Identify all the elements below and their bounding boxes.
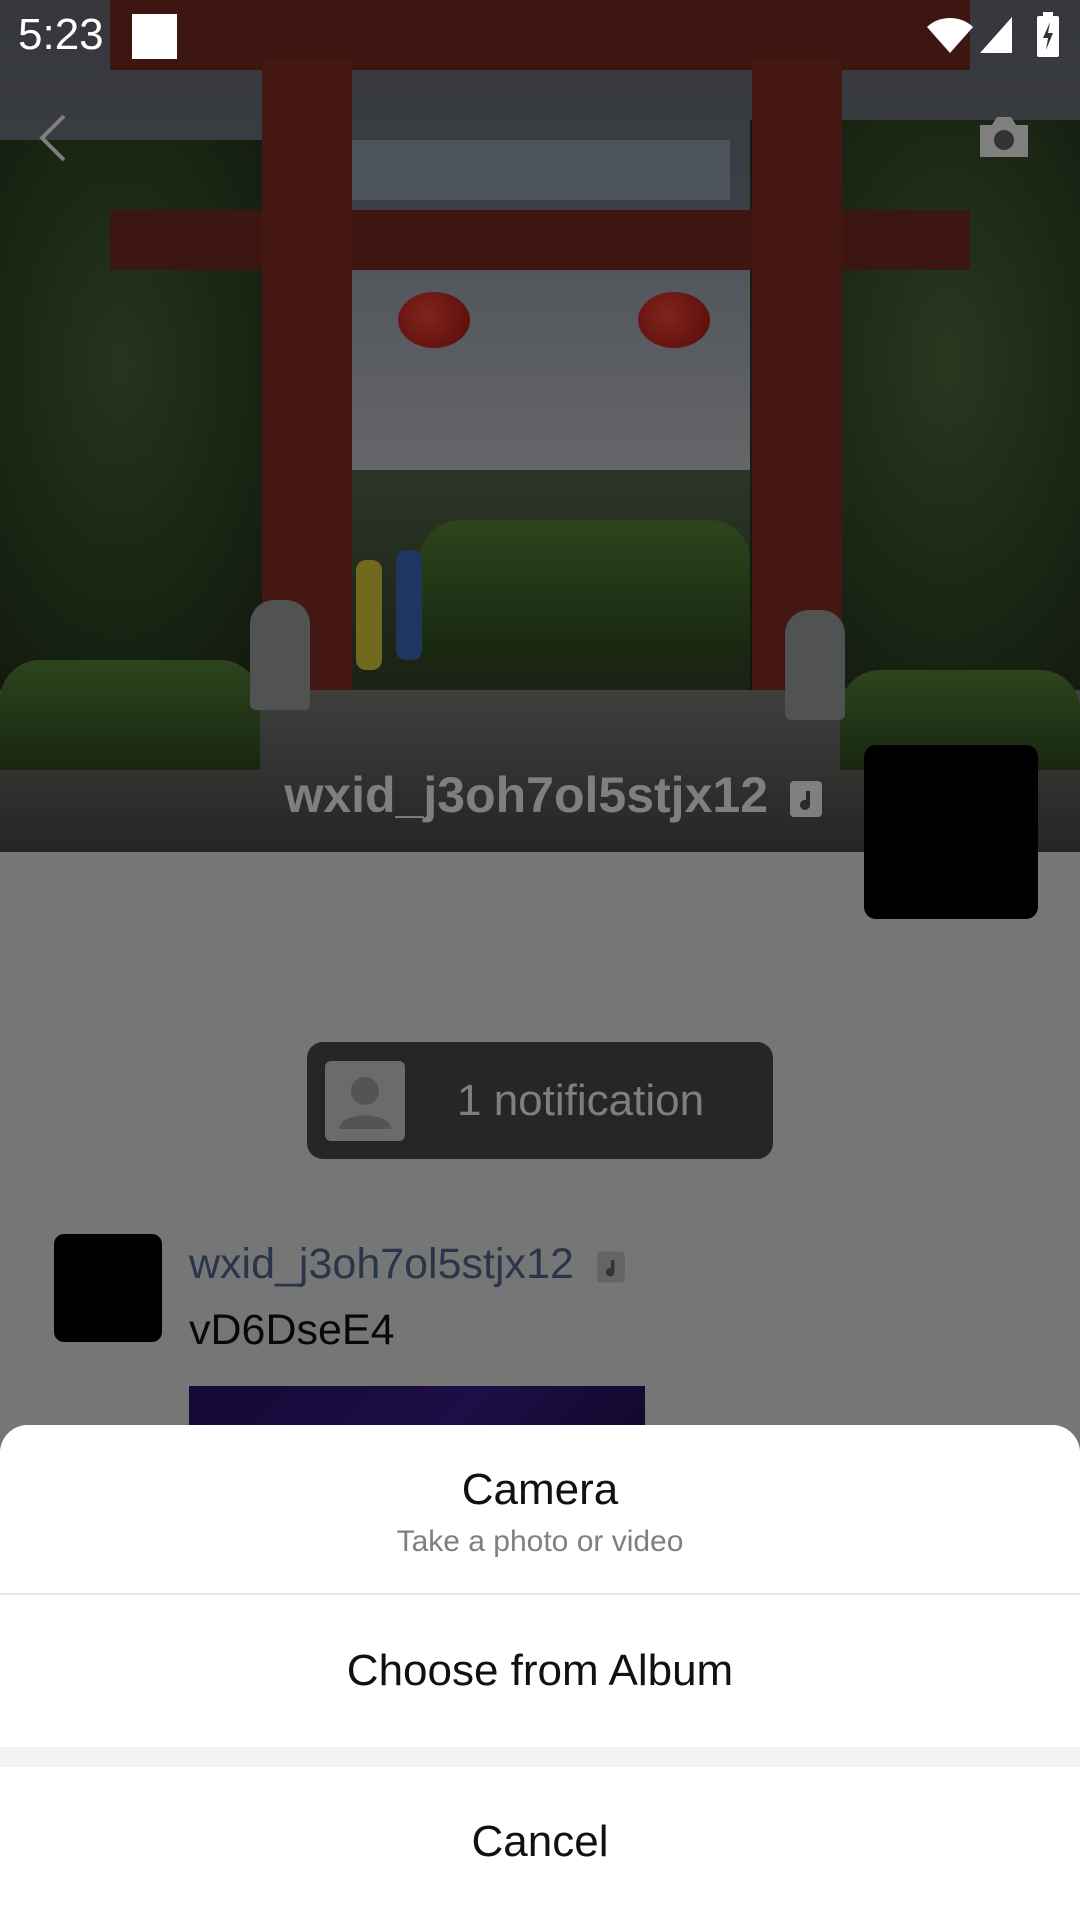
choose-from-album-option[interactable]: Choose from Album xyxy=(0,1595,1080,1747)
sheet-gap xyxy=(0,1747,1080,1767)
cancel-button[interactable]: Cancel xyxy=(0,1767,1080,1920)
status-time: 5:23 xyxy=(18,10,104,59)
camera-option[interactable]: Camera Take a photo or video xyxy=(0,1425,1080,1593)
camera-option-title: Camera xyxy=(461,1465,619,1514)
cell-signal-icon xyxy=(980,17,1012,53)
action-sheet: Camera Take a photo or video Choose from… xyxy=(0,1425,1080,1920)
wifi-icon xyxy=(927,18,973,53)
notification-square-icon xyxy=(132,14,177,59)
status-bar: 5:23 xyxy=(0,0,1080,72)
battery-charging-icon xyxy=(1037,12,1059,57)
camera-option-subtitle: Take a photo or video xyxy=(396,1525,684,1558)
